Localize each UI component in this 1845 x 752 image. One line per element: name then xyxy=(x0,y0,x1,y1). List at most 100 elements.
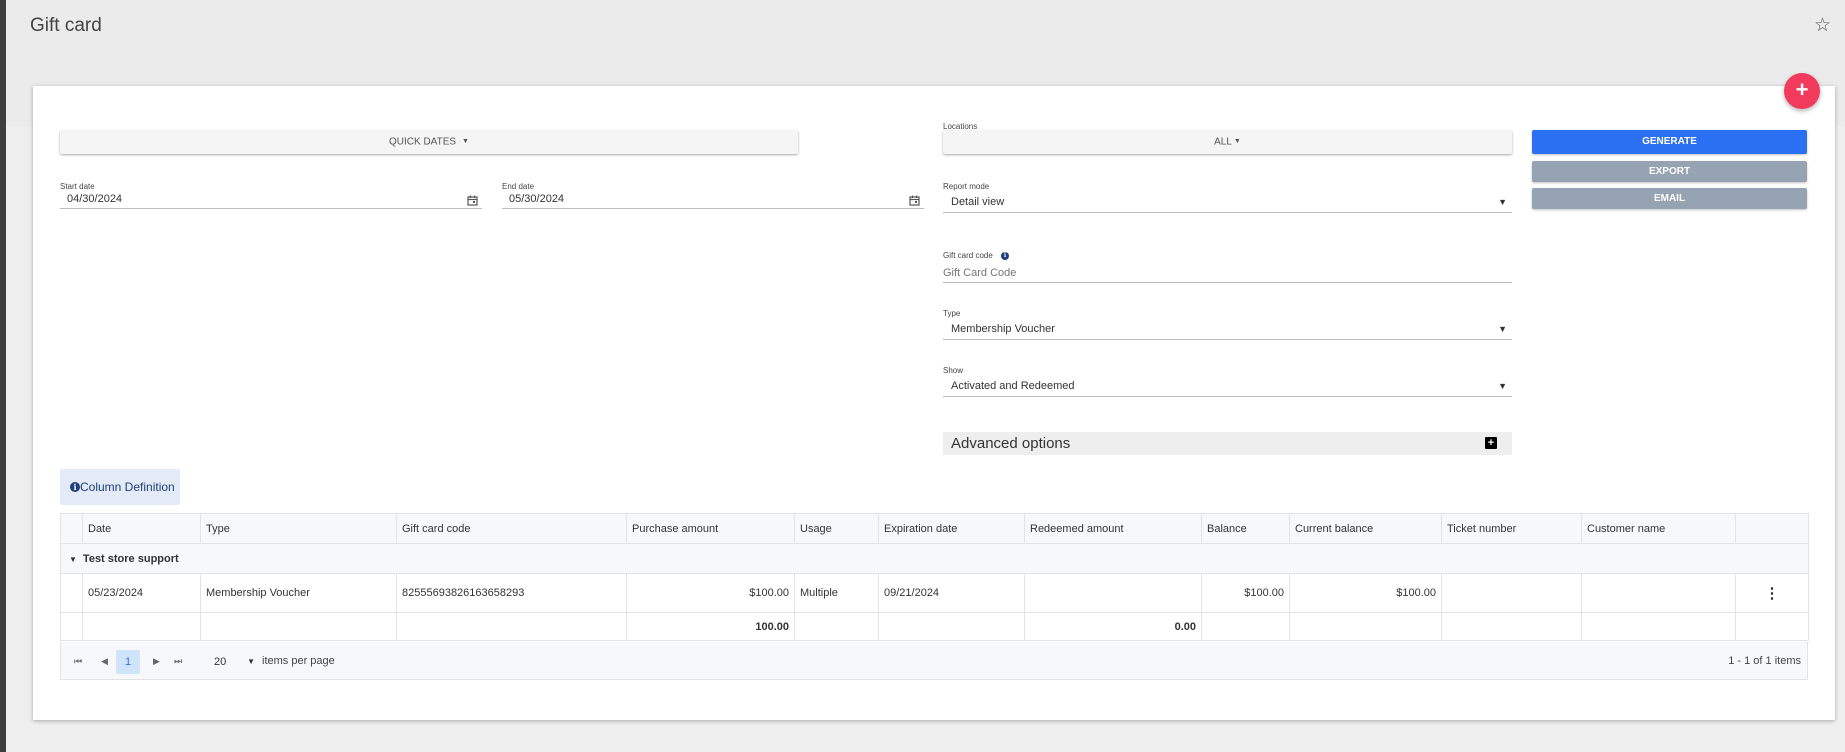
column-header[interactable]: Ticket number xyxy=(1441,513,1582,544)
totals-cell-empty xyxy=(60,612,83,641)
totals-cell-empty xyxy=(794,612,879,641)
report-table: Date Type Gift card code Purchase amount… xyxy=(60,513,1809,641)
table-row[interactable]: 05/23/2024 Membership Voucher 8255569382… xyxy=(60,573,1809,613)
totals-cell-empty xyxy=(1289,612,1442,641)
start-date-label: Start date xyxy=(60,182,95,191)
group-header[interactable]: ▼ Test store support xyxy=(60,543,1809,574)
caret-down-icon: ▼ xyxy=(1233,138,1241,145)
dropdown-arrow-icon: ▼ xyxy=(1498,381,1507,391)
totals-cell-empty xyxy=(82,612,201,641)
cell-type: Membership Voucher xyxy=(200,573,397,613)
info-icon: i xyxy=(70,482,80,492)
report-mode-value: Detail view xyxy=(951,196,1005,208)
last-page-icon[interactable]: ⏭ xyxy=(174,642,182,680)
type-label: Type xyxy=(943,309,961,318)
start-date-value: 04/30/2024 xyxy=(67,193,123,205)
show-label: Show xyxy=(943,366,964,375)
locations-value: ALL xyxy=(1214,136,1232,148)
total-redeemed-amount: 0.00 xyxy=(1024,612,1202,641)
advanced-options-label: Advanced options xyxy=(951,435,1071,452)
cell-usage: Multiple xyxy=(794,573,879,613)
show-value: Activated and Redeemed xyxy=(951,380,1075,392)
export-button[interactable]: EXPORT xyxy=(1532,161,1807,182)
page-title: Gift card xyxy=(30,15,102,36)
cell-ticket-number xyxy=(1441,573,1582,613)
totals-cell-empty xyxy=(1441,612,1582,641)
dropdown-arrow-icon: ▼ xyxy=(1498,197,1507,207)
pager-summary: 1 - 1 of 1 items xyxy=(1728,655,1801,667)
report-mode-select[interactable]: Detail view ▼ xyxy=(943,192,1512,213)
plus-icon: + xyxy=(1795,77,1809,102)
current-page-button[interactable]: 1 xyxy=(116,650,140,674)
total-purchase-amount: 100.00 xyxy=(626,612,795,641)
prev-page-icon[interactable]: ◀ xyxy=(101,642,108,680)
report-mode-label: Report mode xyxy=(943,182,990,191)
column-header[interactable]: Redeemed amount xyxy=(1024,513,1202,544)
cell-balance: $100.00 xyxy=(1201,573,1290,613)
plus-square-icon: + xyxy=(1485,437,1497,449)
info-icon[interactable]: i xyxy=(1001,252,1010,260)
cell-current-balance: $100.00 xyxy=(1289,573,1442,613)
column-header[interactable]: Current balance xyxy=(1289,513,1442,544)
table-header-spacer xyxy=(60,513,83,544)
column-header[interactable]: Balance xyxy=(1201,513,1290,544)
quick-dates-dropdown[interactable]: QUICK DATES ▼ xyxy=(60,130,798,154)
calendar-icon[interactable] xyxy=(467,195,478,206)
advanced-options-toggle[interactable]: Advanced options + xyxy=(943,432,1512,455)
totals-cell-empty xyxy=(1201,612,1290,641)
cell-redeemed-amount xyxy=(1024,573,1202,613)
column-definition-label: Column Definition xyxy=(80,480,175,494)
row-menu-icon[interactable]: ⋮ xyxy=(1735,573,1809,613)
column-header[interactable]: Expiration date xyxy=(878,513,1025,544)
calendar-icon[interactable] xyxy=(909,195,920,206)
column-header[interactable]: Date xyxy=(82,513,201,544)
end-date-label: End date xyxy=(502,182,535,191)
page-size-select[interactable]: 20 ▼ xyxy=(207,650,259,674)
next-page-icon[interactable]: ▶ xyxy=(153,642,160,680)
totals-row: 100.00 0.00 xyxy=(60,612,1809,641)
totals-cell-empty xyxy=(1735,612,1809,641)
column-header[interactable]: Type xyxy=(200,513,397,544)
first-page-icon[interactable]: ⏮ xyxy=(74,642,82,680)
type-value: Membership Voucher xyxy=(951,323,1055,335)
cell-customer-name xyxy=(1581,573,1736,613)
totals-cell-empty xyxy=(200,612,397,641)
generate-button[interactable]: GENERATE xyxy=(1532,130,1807,154)
totals-cell-empty xyxy=(878,612,1025,641)
cell-expiration-date: 09/21/2024 xyxy=(878,573,1025,613)
show-select[interactable]: Activated and Redeemed ▼ xyxy=(943,376,1512,397)
end-date-value: 05/30/2024 xyxy=(509,193,565,205)
table-header-spacer xyxy=(1735,513,1809,544)
locations-dropdown[interactable]: ALL ▼ xyxy=(943,130,1512,154)
add-fab-button[interactable]: + xyxy=(1784,73,1820,109)
cell-date: 05/23/2024 xyxy=(82,573,201,613)
column-header[interactable]: Customer name xyxy=(1581,513,1736,544)
star-outline-icon[interactable]: ☆ xyxy=(1814,14,1831,37)
items-per-page-label: items per page xyxy=(262,655,335,667)
cell-code: 82555693826163658293 xyxy=(396,573,627,613)
dropdown-arrow-icon: ▼ xyxy=(247,657,255,666)
page-size-value: 20 xyxy=(214,656,227,668)
type-select[interactable]: Membership Voucher ▼ xyxy=(943,319,1512,340)
gift-card-code-input[interactable] xyxy=(943,263,1512,283)
row-spacer xyxy=(60,573,83,613)
column-header[interactable]: Gift card code xyxy=(396,513,627,544)
quick-dates-label: QUICK DATES xyxy=(389,136,457,148)
gift-card-code-label: Gift card code i xyxy=(943,251,1010,260)
totals-cell-empty xyxy=(396,612,627,641)
dropdown-arrow-icon: ▼ xyxy=(1498,324,1507,334)
cell-purchase-amount: $100.00 xyxy=(626,573,795,613)
collapse-arrow-icon[interactable]: ▼ xyxy=(69,555,77,564)
table-header-row: Date Type Gift card code Purchase amount… xyxy=(60,513,1809,544)
start-date-field[interactable]: 04/30/2024 xyxy=(60,192,482,209)
group-name: Test store support xyxy=(82,552,179,565)
column-header[interactable]: Purchase amount xyxy=(626,513,795,544)
pager: ⏮ ◀ 1 ▶ ⏭ 20 ▼ items per page 1 - 1 of 1 … xyxy=(60,642,1808,680)
caret-down-icon: ▼ xyxy=(462,138,469,145)
email-button[interactable]: EMAIL xyxy=(1532,188,1807,209)
column-definition-button[interactable]: i Column Definition xyxy=(60,469,180,505)
totals-cell-empty xyxy=(1581,612,1736,641)
group-row[interactable]: ▼ Test store support xyxy=(60,543,1809,574)
column-header[interactable]: Usage xyxy=(794,513,879,544)
end-date-field[interactable]: 05/30/2024 xyxy=(502,192,924,209)
